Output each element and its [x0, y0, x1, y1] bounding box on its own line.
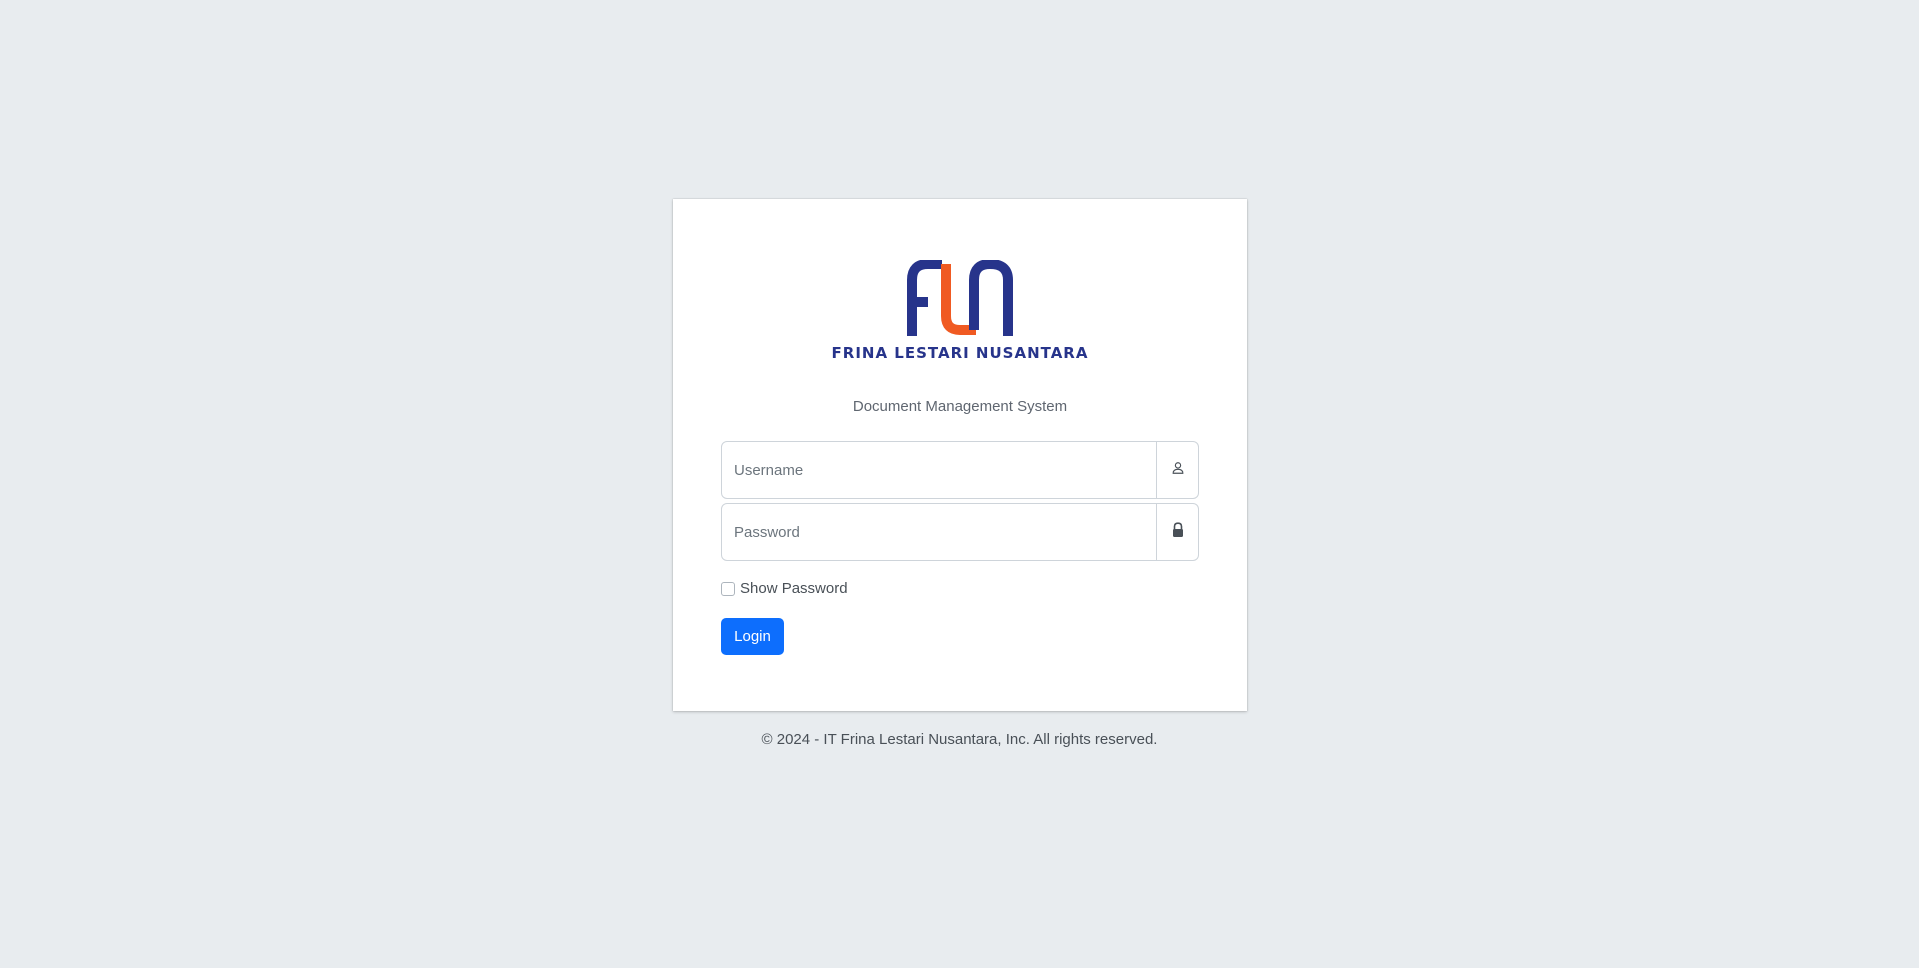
login-card: FRINA LESTARI NUSANTARA Document Managem… — [673, 199, 1247, 711]
show-password-checkbox[interactable] — [721, 581, 735, 596]
company-logo: FRINA LESTARI NUSANTARA — [673, 260, 1247, 368]
username-addon — [1157, 441, 1199, 499]
footer-copyright: © 2024 - IT Frina Lestari Nusantara, Inc… — [761, 731, 1158, 748]
app-subtitle: Document Management System — [852, 398, 1068, 415]
password-group — [721, 503, 1199, 561]
login-button[interactable]: Login — [721, 618, 784, 655]
logo-text: FRINA LESTARI NUSANTARA — [831, 344, 1089, 362]
password-input[interactable] — [721, 503, 1157, 561]
username-group — [721, 441, 1199, 499]
show-password-toggle[interactable]: Show Password — [721, 580, 848, 597]
username-input[interactable] — [721, 441, 1157, 499]
show-password-label: Show Password — [740, 580, 848, 597]
password-addon — [1157, 503, 1199, 561]
lock-icon — [1171, 521, 1185, 543]
user-icon — [1171, 461, 1185, 480]
fln-logo-mark — [907, 260, 1013, 336]
